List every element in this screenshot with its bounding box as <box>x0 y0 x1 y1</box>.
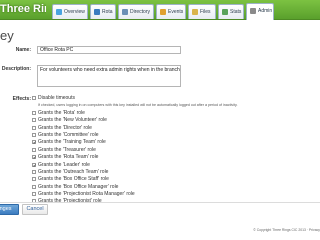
effect-label: Grants the 'New Volunteer' role <box>38 117 107 124</box>
checkbox[interactable] <box>32 169 36 174</box>
tab-label: Rota <box>102 9 113 15</box>
tab-label: Overview <box>64 9 85 15</box>
tab-admin[interactable]: Admin <box>246 3 274 20</box>
tab-label: Admin <box>258 8 273 14</box>
checkbox-checked[interactable]: ✔ <box>32 162 36 167</box>
checkbox-checked[interactable]: ✔ <box>32 155 36 160</box>
effect-role-projectionist-rota-manager[interactable]: Grants the 'Projectionist Rota Manager' … <box>32 191 318 198</box>
effect-role-director[interactable]: Grants the 'Director' role <box>32 125 318 132</box>
effect-disable-timeouts[interactable]: Disable timeouts <box>32 95 318 102</box>
admin-icon <box>250 8 256 14</box>
effect-label: Grants the 'Box Office Manager' role <box>38 183 119 190</box>
checkbox[interactable] <box>32 192 36 197</box>
effect-role-committee[interactable]: Grants the 'Committee' role <box>32 132 318 139</box>
checkbox[interactable] <box>32 147 36 152</box>
page-title: ey <box>0 28 14 43</box>
effects-label: Effects: <box>12 96 31 102</box>
effect-label: Grants the 'Box Office Staff' role <box>38 176 109 183</box>
effect-label: Grants the 'Director' role <box>38 124 92 131</box>
effect-role-rota-team[interactable]: ✔ Grants the 'Rota Team' role <box>32 154 318 161</box>
files-icon <box>192 9 198 15</box>
effect-role-new-volunteer[interactable]: Grants the 'New Volunteer' role <box>32 117 318 124</box>
effect-role-outreach-team[interactable]: Grants the 'Outreach Team' role <box>32 169 318 176</box>
top-navigation-bar: Three Rings Overview Rota Directory Even… <box>0 0 320 20</box>
effect-role-treasurer[interactable]: Grants the 'Treasurer' role <box>32 147 318 154</box>
tab-label: Files <box>200 9 211 15</box>
tab-rota[interactable]: Rota <box>90 4 116 19</box>
effect-help-text: If checked, users logging in on computer… <box>38 103 238 108</box>
effect-label: Grants the 'Training Team' role <box>38 139 106 146</box>
events-icon <box>160 9 166 15</box>
checkbox[interactable] <box>32 96 36 100</box>
checkbox[interactable] <box>32 132 36 137</box>
copyright-text: © Copyright Three Rings CIC 2013 · Priva… <box>253 228 320 232</box>
effect-label: Grants the 'Rota' role <box>38 109 85 116</box>
tab-stats[interactable]: Stats <box>218 4 244 19</box>
tab-label: Stats <box>230 9 242 15</box>
effect-label: Grants the 'Projectionist Rota Manager' … <box>38 191 135 198</box>
save-changes-button[interactable]: hanges <box>0 204 19 215</box>
name-label: Name: <box>15 47 31 53</box>
cancel-button[interactable]: Cancel <box>22 204 48 215</box>
effect-label: Grants the 'Committee' role <box>38 131 99 138</box>
effect-label: Disable timeouts <box>38 95 75 101</box>
effect-role-training-team[interactable]: ✔ Grants the 'Training Team' role <box>32 139 318 146</box>
description-label: Description: <box>1 66 31 72</box>
effects-list: Disable timeouts If checked, users loggi… <box>32 95 318 206</box>
effect-label: Grants the 'Outreach Team' role <box>38 168 109 175</box>
effect-role-box-office-staff[interactable]: Grants the 'Box Office Staff' role <box>32 176 318 183</box>
name-input[interactable]: Office Rota PC <box>37 46 181 54</box>
effect-note: If checked, users logging in on computer… <box>32 102 318 109</box>
effect-role-rota[interactable]: Grants the 'Rota' role <box>32 110 318 117</box>
checkbox[interactable] <box>32 177 36 182</box>
effect-label: Grants the 'Treasurer' role <box>38 146 96 153</box>
checkbox[interactable] <box>32 110 36 115</box>
tab-directory[interactable]: Directory <box>118 4 154 19</box>
tab-label: Directory <box>130 9 151 15</box>
effect-label: Grants the 'Rota Team' role <box>38 154 99 161</box>
checkbox[interactable] <box>32 125 36 130</box>
checkbox-checked[interactable]: ✔ <box>32 140 36 145</box>
effect-role-leader[interactable]: ✔ Grants the 'Leader' role <box>32 162 318 169</box>
divider <box>0 202 320 203</box>
tab-label: Events <box>168 9 184 15</box>
directory-icon <box>122 9 128 15</box>
effect-role-box-office-manager[interactable]: Grants the 'Box Office Manager' role <box>32 184 318 191</box>
home-icon <box>56 9 62 15</box>
tab-events[interactable]: Events <box>156 4 186 19</box>
three-rings-logo[interactable]: Three Rings <box>0 2 46 16</box>
stats-icon <box>222 9 228 15</box>
tab-overview[interactable]: Overview <box>52 4 88 19</box>
rota-icon <box>94 9 100 15</box>
description-textarea[interactable]: For volunteers who need extra admin righ… <box>37 65 181 87</box>
effect-label: Grants the 'Leader' role <box>38 161 90 168</box>
tab-files[interactable]: Files <box>188 4 216 19</box>
checkbox[interactable] <box>32 184 36 189</box>
checkbox[interactable] <box>32 118 36 123</box>
